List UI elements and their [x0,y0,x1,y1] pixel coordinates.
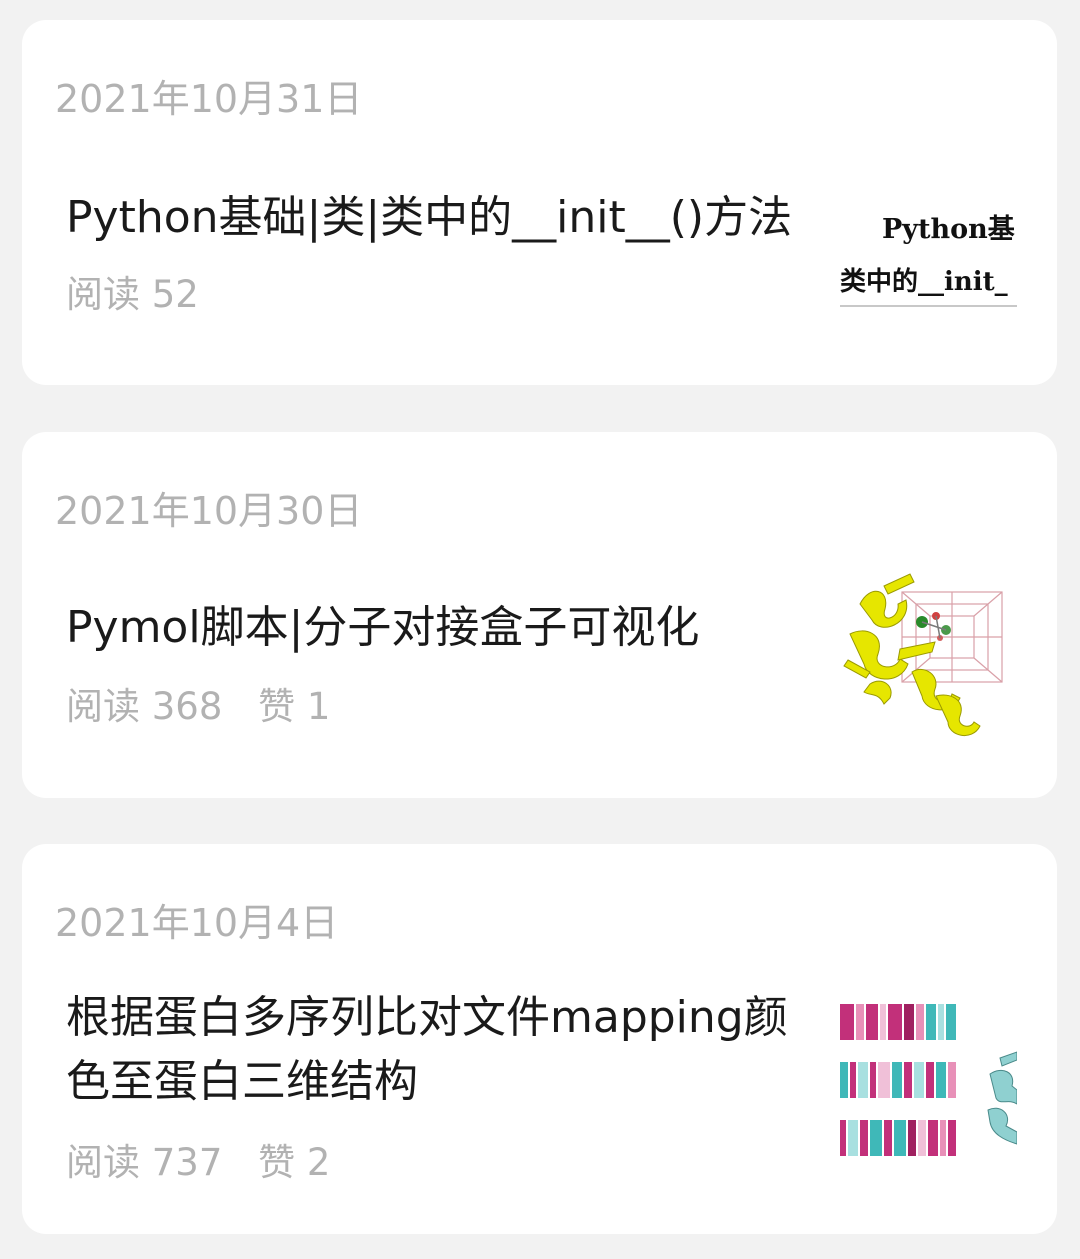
article-title[interactable]: Python基础|类|类中的__init__()方法 [66,186,806,250]
article-card[interactable]: 2021年10月30日 Pymol脚本|分子对接盒子可视化 阅读 368 赞 1 [22,432,1057,798]
read-count: 阅读 368 [66,685,223,728]
read-count: 阅读 737 [66,1141,223,1184]
article-card[interactable]: 2021年10月31日 Python基础|类|类中的__init__()方法 阅… [22,20,1057,385]
article-feed: 2021年10月31日 Python基础|类|类中的__init__()方法 阅… [0,0,1080,1259]
article-date: 2021年10月30日 [55,489,363,533]
like-count: 赞 1 [258,685,331,728]
article-card[interactable]: 2021年10月4日 根据蛋白多序列比对文件mapping颜色至蛋白三维结构 阅… [22,844,1057,1234]
article-date: 2021年10月4日 [55,901,339,945]
like-count: 赞 2 [258,1141,331,1184]
article-thumbnail[interactable]: Python基 类中的__init_ [840,195,1017,372]
thumbnail-divider [840,305,1017,307]
article-stats: 阅读 368 赞 1 [66,676,354,730]
thumbnail-subheading-text: 类中的__init_ [840,267,1008,297]
thumbnail-heading-text: Python基 [882,214,1015,245]
sequence-alignment-image [840,1004,1017,1156]
article-title[interactable]: 根据蛋白多序列比对文件mapping颜色至蛋白三维结构 [66,986,806,1114]
article-thumbnail[interactable] [840,994,1017,1174]
article-title[interactable]: Pymol脚本|分子对接盒子可视化 [66,596,806,660]
article-stats: 阅读 737 赞 2 [66,1132,354,1186]
article-date: 2021年10月31日 [55,77,363,121]
read-count: 阅读 52 [66,273,199,316]
article-thumbnail[interactable] [840,564,1017,741]
protein-docking-box-image [843,573,1003,736]
article-stats: 阅读 52 [66,264,223,318]
